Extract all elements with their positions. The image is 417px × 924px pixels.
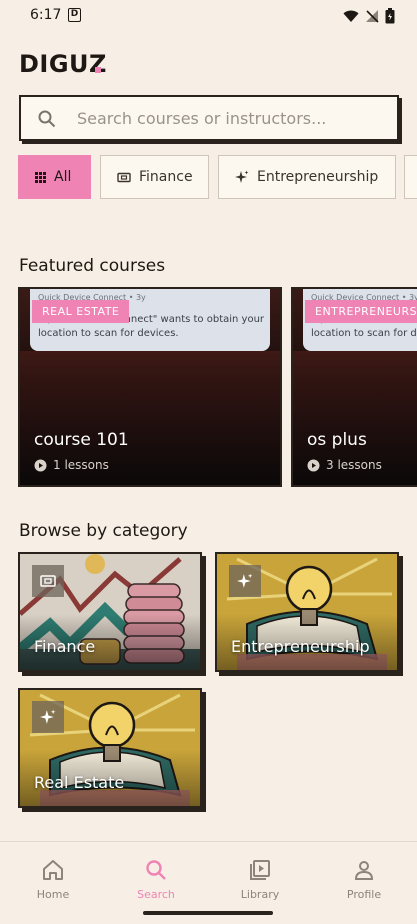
cash-icon [117,172,131,183]
signal-off-icon [366,10,379,23]
category-tile-real-estate[interactable]: Real Estate [18,688,202,808]
category-tile-entrepreneurship[interactable]: Entrepreneurship [215,552,399,672]
search-icon [146,860,166,880]
sparkle-icon [229,565,261,597]
categories-title: Browse by category [19,521,188,541]
overlay-text: location to scan for devices. [311,328,417,339]
brand-dot [95,67,101,73]
category-badge: REAL ESTATE [32,300,130,323]
course-title: os plus [307,430,367,450]
chip-finance[interactable]: Finance [100,155,209,199]
lessons-count: 1 lessons [53,458,109,472]
sparkle-icon [32,701,64,733]
cash-icon [32,565,64,597]
status-icons [343,8,395,24]
course-lessons: 1 lessons [34,458,109,472]
overlay-text: location to scan for devices. [38,328,179,339]
nav-search[interactable]: Search [116,858,196,901]
sparkle-icon [235,170,249,184]
nav-label: Home [36,888,70,901]
category-label: Entrepreneurship [231,637,370,656]
nav-home[interactable]: Home [13,858,93,901]
app-screen: 6:17 D DIGUZ All Finance [0,0,417,924]
chip-label: Entrepreneurship [257,169,379,185]
nav-label: Search [137,888,175,901]
category-label: Real Estate [34,773,125,792]
search-icon [38,110,56,128]
nav-label: Library [240,888,280,901]
notification-icon: D [68,8,81,22]
featured-carousel[interactable]: Quick Device Connect • 3y "Quick Device … [18,287,417,489]
library-icon [250,860,270,880]
grid-icon [35,171,46,183]
play-icon [307,459,320,471]
profile-icon [354,861,374,880]
category-chips: All Finance Entrepreneurship [18,155,417,199]
lessons-count: 3 lessons [326,458,382,472]
play-icon [34,459,47,471]
course-lessons: 3 lessons [307,458,382,472]
category-label: Finance [34,637,96,656]
wifi-icon [343,10,359,22]
status-time: 6:17 [30,7,62,23]
status-bar: 6:17 D [0,0,417,32]
chip-all[interactable]: All [18,155,91,199]
brand-logo: DIGUZ [19,50,107,78]
home-icon [43,860,63,880]
search-input[interactable] [77,97,387,139]
battery-icon [385,8,395,24]
chip-entrepreneurship[interactable]: Entrepreneurship [218,155,396,199]
chip-label: Finance [139,169,193,185]
course-card[interactable]: Quick Device Connect • 3y "Quick Device … [18,287,282,487]
search-bar[interactable] [19,95,399,141]
featured-title: Featured courses [19,256,166,276]
home-indicator[interactable] [143,911,273,915]
category-badge: ENTREPRENEURSHIP [305,300,417,323]
nav-library[interactable]: Library [220,858,300,901]
nav-profile[interactable]: Profile [324,858,404,901]
chip-label: All [54,169,72,185]
category-tile-finance[interactable]: Finance [18,552,202,672]
course-title: course 101 [34,430,129,450]
nav-label: Profile [346,888,382,901]
chip-more[interactable] [404,155,417,199]
course-card[interactable]: Quick Device Connect • 3y "Quick Device … [291,287,417,487]
